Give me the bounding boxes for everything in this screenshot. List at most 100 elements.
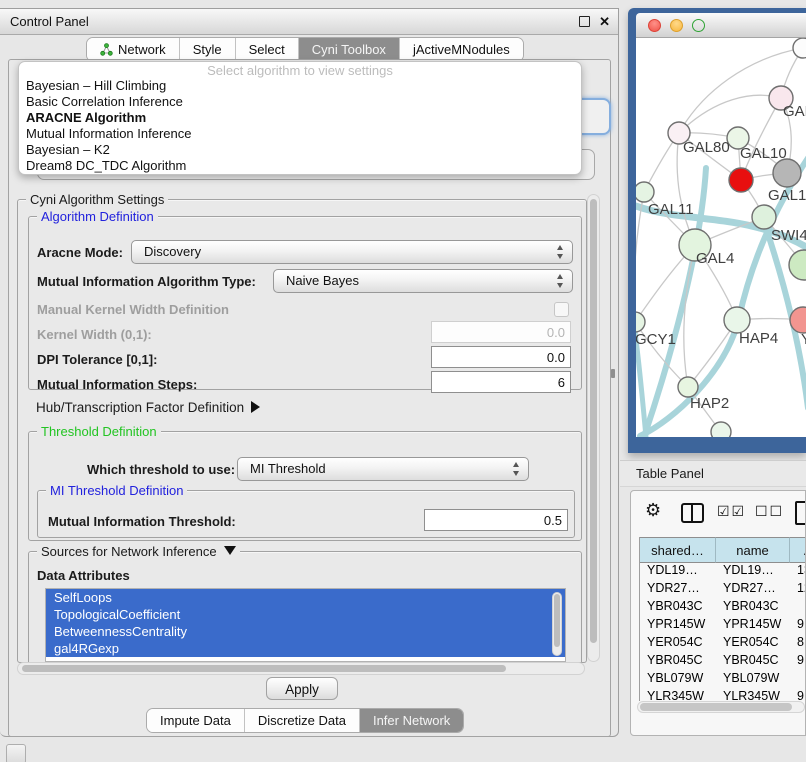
data-attributes-list[interactable]: SelfLoopsTopologicalCoefficientBetweenne…	[45, 588, 566, 662]
network-node[interactable]	[711, 422, 731, 437]
table-horizontal-scrollbar[interactable]	[637, 701, 805, 713]
attribute-option[interactable]: SelfLoops	[46, 589, 565, 606]
column-header[interactable]: name	[716, 537, 790, 563]
tab-label: Style	[193, 42, 222, 57]
network-window-titlebar[interactable]	[636, 13, 806, 38]
expand-arrow-icon	[251, 401, 260, 413]
attribute-option[interactable]: BetweennessCentrality	[46, 623, 565, 640]
combo-stepper-icon	[555, 245, 566, 259]
network-node[interactable]	[636, 312, 645, 332]
document-icon[interactable]	[795, 501, 806, 525]
table-row[interactable]: YDR27…YDR27…12	[640, 581, 806, 599]
tab-style[interactable]: Style	[179, 38, 235, 61]
columns-icon[interactable]	[681, 503, 704, 523]
splitter-handle[interactable]	[611, 369, 615, 378]
table-row[interactable]: YBR045CYBR045C9.	[640, 653, 806, 671]
which-threshold-select[interactable]: MI Threshold	[237, 457, 529, 481]
manual-kernel-checkbox[interactable]	[554, 302, 569, 317]
column-header[interactable]: A	[790, 537, 806, 563]
tab-label: Infer Network	[373, 713, 450, 728]
sources-group: Sources for Network Inference Data Attri…	[28, 551, 582, 662]
table-row[interactable]: YPR145WYPR145W9.	[640, 617, 806, 635]
tab-network[interactable]: Network	[87, 38, 179, 61]
table-panel-header[interactable]: Table Panel	[620, 460, 806, 487]
close-traffic-light-icon[interactable]	[648, 19, 661, 32]
table-cell: YBL079W	[640, 671, 716, 687]
table-cell: YLR345W	[716, 689, 790, 701]
algorithm-options-list: Bayesian – Hill ClimbingBasic Correlatio…	[19, 78, 581, 174]
sources-toggle[interactable]: Sources for Network Inference	[37, 544, 240, 559]
node-label: GAL80	[683, 139, 730, 156]
network-node[interactable]	[752, 205, 776, 229]
node-label: HAP2	[690, 395, 729, 412]
table-row[interactable]: YBL079WYBL079W	[640, 671, 806, 689]
control-panel-titlebar[interactable]: Control Panel ✕	[0, 9, 618, 35]
collapsed-panel-button[interactable]	[6, 744, 26, 762]
hub-definition-label: Hub/Transcription Factor Definition	[36, 400, 244, 415]
table-panel-title: Table Panel	[636, 461, 704, 487]
mi-steps-label: Mutual Information Steps:	[37, 375, 197, 395]
table-cell: 9.	[790, 617, 806, 633]
apply-button[interactable]: Apply	[266, 677, 338, 700]
close-icon[interactable]: ✕	[599, 12, 610, 31]
minimize-traffic-light-icon[interactable]	[670, 19, 683, 32]
table-cell: 8.	[790, 635, 806, 651]
deselect-all-checkboxes-icon[interactable]: ☐☐	[755, 503, 784, 520]
mi-threshold-group: MI Threshold Definition Mutual Informati…	[37, 490, 575, 538]
attribute-option[interactable]: gal4RGexp	[46, 640, 565, 657]
network-node[interactable]	[636, 182, 654, 202]
table-cell: YER054C	[640, 635, 716, 651]
zoom-traffic-light-icon[interactable]	[692, 19, 705, 32]
table-cell: 9.	[790, 653, 806, 669]
settings-vertical-scrollbar[interactable]	[587, 194, 600, 662]
mi-type-select[interactable]: Naive Bayes	[273, 269, 573, 293]
tab-select[interactable]: Select	[235, 38, 298, 61]
network-canvas[interactable]: GALGAL80GAL10GAL1GAL11SWI4GAL4GCY1HAP4YH…	[636, 38, 806, 437]
panel-title: Control Panel	[10, 9, 89, 34]
select-all-checkboxes-icon[interactable]: ☑☑	[717, 503, 746, 520]
table-cell: YBL079W	[716, 671, 790, 687]
network-icon	[100, 43, 113, 56]
column-header[interactable]: shared…	[640, 537, 716, 563]
control-panel: Control Panel ✕ Network Style Select	[0, 8, 619, 737]
algorithm-option[interactable]: Mutual Information Inference	[19, 126, 581, 142]
attribute-option[interactable]: TopologicalCoefficient	[46, 606, 565, 623]
dpi-tolerance-field[interactable]: 0.0	[431, 346, 571, 368]
tab-infer-network[interactable]: Infer Network	[359, 709, 463, 732]
algorithm-option[interactable]: ARACNE Algorithm	[19, 110, 581, 126]
group-title: Cyni Algorithm Settings	[26, 192, 168, 207]
mi-threshold-field[interactable]: 0.5	[424, 509, 568, 531]
algorithm-option[interactable]: Basic Correlation Inference	[19, 94, 581, 110]
table-row[interactable]: YDL19…YDL19…13	[640, 563, 806, 581]
kernel-width-field[interactable]: 0.0	[431, 321, 571, 343]
algorithm-option[interactable]: Bayesian – Hill Climbing	[19, 78, 581, 94]
tab-jactivemnodules[interactable]: jActiveMNodules	[399, 38, 523, 61]
network-node[interactable]	[773, 159, 801, 187]
table-row[interactable]: YBR043CYBR043C	[640, 599, 806, 617]
settings-horizontal-scrollbar[interactable]	[17, 662, 585, 675]
list-scrollbar[interactable]	[552, 592, 562, 656]
aracne-mode-select[interactable]: Discovery	[131, 240, 573, 264]
gear-icon[interactable]: ⚙	[645, 500, 661, 521]
field-value: 0.0	[547, 325, 565, 340]
table-cell	[790, 599, 806, 615]
hub-definition-toggle[interactable]: Hub/Transcription Factor Definition	[36, 398, 260, 418]
network-node[interactable]	[789, 250, 806, 280]
tab-discretize-data[interactable]: Discretize Data	[244, 709, 359, 732]
tab-cyni-toolbox[interactable]: Cyni Toolbox	[298, 38, 399, 61]
mi-steps-field[interactable]: 6	[431, 371, 571, 393]
node-label: GCY1	[636, 331, 676, 348]
aracne-mode-label: Aracne Mode:	[37, 243, 123, 263]
algorithm-option[interactable]: Dream8 DC_TDC Algorithm	[19, 158, 581, 174]
network-node[interactable]	[678, 377, 698, 397]
table-row[interactable]: YER054CYER054C8.	[640, 635, 806, 653]
tab-impute-data[interactable]: Impute Data	[147, 709, 244, 732]
node-label: GAL11	[648, 201, 694, 218]
data-attributes-label: Data Attributes	[37, 566, 130, 586]
table-row[interactable]: YLR345WYLR345W9.	[640, 689, 806, 701]
algorithm-option[interactable]: Bayesian – K2	[19, 142, 581, 158]
field-value: 6	[558, 375, 565, 390]
float-window-icon[interactable]	[579, 16, 590, 27]
network-node[interactable]	[729, 168, 753, 192]
network-node[interactable]	[793, 38, 806, 58]
